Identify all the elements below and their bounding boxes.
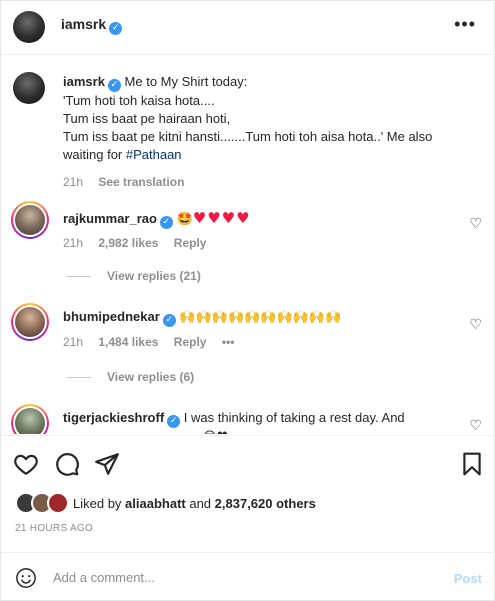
verified-badge-icon: ✓ (167, 415, 181, 428)
post-comment-button[interactable]: Post (454, 571, 482, 586)
liked-by-and: and (185, 496, 215, 511)
author-username-text[interactable]: iamsrk (61, 16, 106, 32)
post-header: iamsrk ✓ ••• (1, 1, 495, 55)
liked-by-count-link[interactable]: 2,837,620 others (215, 496, 316, 511)
comment-likes[interactable]: 2,982 likes (98, 236, 158, 250)
hashtag-link[interactable]: #Pathaan (126, 147, 182, 162)
story-ring-avatar[interactable] (11, 303, 49, 341)
comments-scroll-area[interactable]: iamsrk ✓ Me to My Shirt today: 'Tum hoti … (1, 56, 495, 434)
caption-line: Tum iss baat pe kitni hansti.......Tum h… (63, 129, 433, 144)
save-bookmark-icon[interactable] (459, 451, 485, 477)
share-send-icon[interactable] (94, 451, 120, 477)
comment-body: rajkummar_rao ✓ 🤩♥♥♥♥ (63, 209, 453, 229)
comment-text-continued: 😍♥ (203, 430, 228, 434)
liked-by-user-link[interactable]: aliaabhatt (125, 496, 186, 511)
post-time-ago[interactable]: 21 HOURS AGO (15, 523, 93, 534)
caption-username[interactable]: iamsrk (63, 74, 105, 89)
see-translation-link[interactable]: See translation (98, 175, 184, 189)
commenter-username[interactable]: tigerjackieshroff (63, 410, 164, 425)
comment-likes[interactable]: 1,484 likes (98, 335, 158, 349)
caption-avatar[interactable] (13, 72, 45, 104)
commenter-avatar (15, 307, 45, 337)
caption-text: iamsrk ✓ Me to My Shirt today: 'Tum hoti … (63, 73, 483, 191)
commenter-avatar (15, 408, 45, 434)
comment-body: bhumipednekar ✓ 🙌🙌🙌🙌🙌🙌🙌🙌🙌🙌 (63, 308, 453, 327)
comment-emoji: 🤩 (176, 212, 193, 227)
post-actions: Liked by aliaabhatt and 2,837,620 others… (1, 435, 495, 555)
like-comment-heart-icon[interactable]: ♡ (469, 417, 482, 434)
verified-badge-icon: ✓ (159, 216, 173, 229)
verified-badge-icon: ✓ (107, 79, 121, 92)
view-replies-button[interactable]: View replies (6) (67, 370, 194, 384)
comment-options-icon[interactable]: ••• (222, 335, 235, 349)
commenter-username[interactable]: bhumipednekar (63, 309, 160, 324)
caption-time[interactable]: 21h (63, 175, 83, 189)
more-options-icon[interactable]: ••• (454, 14, 476, 35)
caption-line: waiting for (63, 147, 126, 162)
like-comment-heart-icon[interactable]: ♡ (469, 316, 482, 333)
author-username[interactable]: iamsrk ✓ (61, 16, 123, 35)
comment-emoji: 🙌🙌🙌🙌🙌🙌🙌🙌🙌🙌 (179, 310, 342, 325)
comment-hearts: ♥♥♥♥ (192, 209, 251, 227)
replies-divider (67, 276, 91, 278)
like-heart-icon[interactable] (13, 451, 39, 477)
add-comment-input[interactable] (53, 570, 433, 585)
caption-line: Tum iss baat pe hairaan hoti, (63, 111, 231, 126)
view-replies-button[interactable]: View replies (21) (67, 269, 201, 283)
comment-bubble-icon[interactable] (54, 451, 80, 477)
add-comment-bar: Post (1, 552, 495, 601)
story-ring-avatar[interactable] (11, 201, 49, 239)
comment-meta: 21h 2,982 likes Reply (63, 236, 218, 250)
commenter-avatar (15, 205, 45, 235)
reply-button[interactable]: Reply (174, 335, 207, 349)
comment-text: I was thinking of taking a rest day. And (183, 410, 405, 425)
view-replies-label[interactable]: View replies (6) (107, 370, 194, 384)
replies-divider (67, 377, 91, 379)
story-ring-avatar[interactable] (11, 404, 49, 434)
view-replies-label[interactable]: View replies (21) (107, 269, 201, 283)
commenter-username[interactable]: rajkummar_rao (63, 211, 157, 226)
comment-time[interactable]: 21h (63, 236, 83, 250)
liked-by-summary: Liked by aliaabhatt and 2,837,620 others (73, 496, 316, 511)
reply-button[interactable]: Reply (174, 236, 207, 250)
caption-meta: 21h See translation (63, 173, 483, 191)
caption-line: 'Tum hoti toh kaisa hota.... (63, 93, 215, 108)
comment-body: tigerjackieshroff ✓ I was thinking of tak… (63, 409, 453, 434)
liker-avatar (47, 492, 69, 514)
comment-meta: 21h 1,484 likes Reply ••• (63, 335, 246, 349)
post-frame: iamsrk ✓ ••• iamsrk ✓ Me to My Shirt today… (0, 0, 495, 601)
caption-line: Me to My Shirt today: (124, 74, 248, 89)
verified-badge-icon: ✓ (109, 22, 123, 35)
verified-badge-icon: ✓ (162, 314, 176, 327)
author-avatar[interactable] (13, 11, 45, 43)
comment-time[interactable]: 21h (63, 335, 83, 349)
like-comment-heart-icon[interactable]: ♡ (469, 215, 482, 232)
liked-by-prefix: Liked by (73, 496, 126, 511)
emoji-smile-icon[interactable] (15, 567, 37, 589)
